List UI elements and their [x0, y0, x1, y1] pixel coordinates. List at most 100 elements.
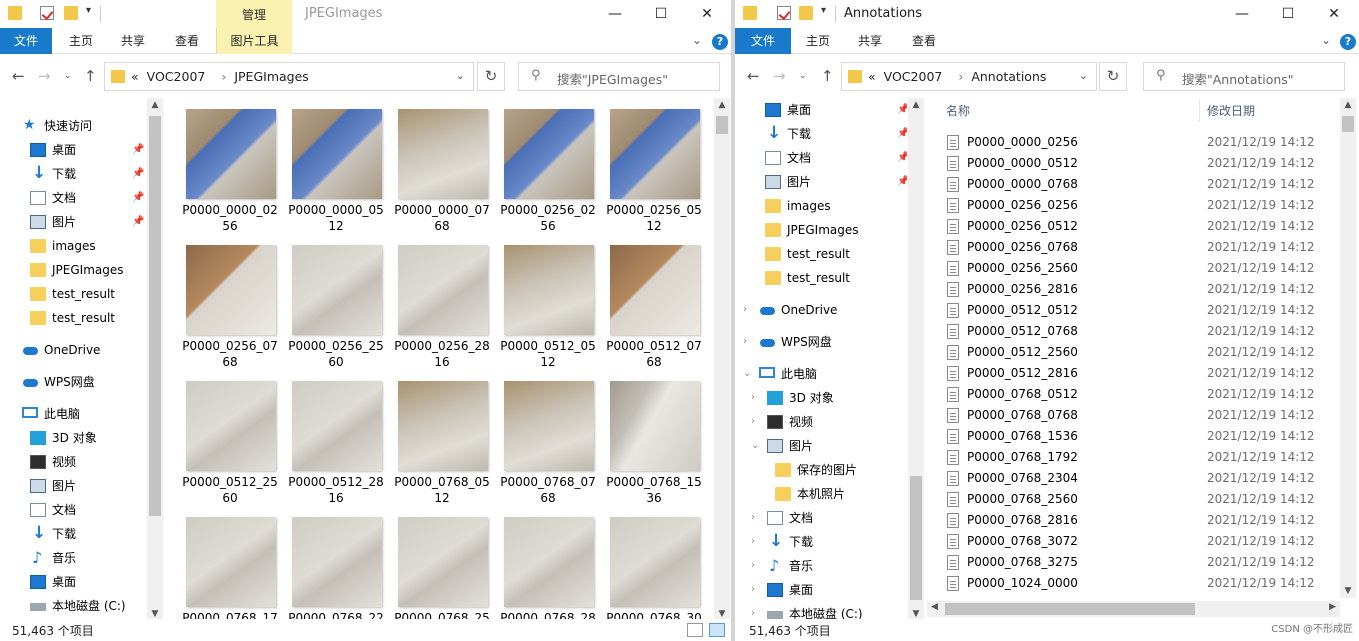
chevron-right-icon[interactable]: ›	[743, 331, 747, 353]
column-header-name[interactable]: 名称	[946, 98, 970, 124]
breadcrumb-jpegimages[interactable]: JPEGImages	[234, 69, 308, 84]
breadcrumb-voc2007[interactable]: VOC2007	[884, 69, 943, 84]
column-separator[interactable]	[1199, 100, 1200, 122]
details-view-icon[interactable]	[687, 623, 703, 637]
scroll-thumb[interactable]	[716, 116, 728, 134]
file-row[interactable]: P0000_0768_2816 2021/12/19 14:12	[947, 510, 1337, 531]
expand-ribbon-icon[interactable]: ⌄	[1321, 33, 1331, 47]
context-tab-manage[interactable]: 管理	[216, 0, 292, 28]
pin-icon[interactable]: 📌	[132, 163, 144, 185]
thumbnail-item[interactable]: P0000_0256_0768	[180, 234, 280, 369]
file-row[interactable]: P0000_0000_0512 2021/12/19 14:12	[947, 153, 1337, 174]
customize-quick-access-icon[interactable]: ▾	[821, 5, 831, 19]
content-scrollbar[interactable]: ▲ ▼	[1340, 98, 1356, 598]
scroll-left-icon[interactable]: ◀	[931, 602, 938, 612]
thumbnail-item[interactable]: P0000_0768_0768	[498, 370, 598, 505]
chevron-right-icon[interactable]: ›	[743, 299, 747, 321]
forward-arrow-icon[interactable]: →	[38, 67, 51, 85]
file-row[interactable]: P0000_0256_2560 2021/12/19 14:12	[947, 258, 1337, 279]
thumbnail-item[interactable]: P0000_0000_0256	[180, 98, 280, 233]
back-arrow-icon[interactable]: ←	[747, 67, 760, 85]
tab-picture-tools[interactable]: 图片工具	[216, 28, 292, 54]
pin-icon[interactable]: 📌	[132, 211, 144, 233]
thumbnail-item[interactable]: P0000_0256_2560	[286, 234, 386, 369]
chevron-down-icon[interactable]: ⌄	[743, 363, 751, 385]
file-row[interactable]: P0000_0768_0512 2021/12/19 14:12	[947, 384, 1337, 405]
breadcrumb-overflow[interactable]: «	[868, 69, 876, 84]
scroll-up-icon[interactable]: ▲	[147, 100, 163, 110]
scroll-thumb[interactable]	[945, 603, 1195, 615]
minimize-button[interactable]: —	[1219, 0, 1265, 28]
maximize-button[interactable]: ☐	[1265, 0, 1311, 28]
thumbnail-item[interactable]: P0000_0768_1536	[604, 370, 704, 505]
scroll-up-icon[interactable]: ▲	[714, 100, 730, 110]
tab-view[interactable]: 查看	[162, 28, 212, 54]
thumbnail-item[interactable]: P0000_0768_0512	[392, 370, 492, 505]
file-row[interactable]: P0000_1024_0000 2021/12/19 14:12	[947, 573, 1337, 594]
chevron-down-icon[interactable]: ⌄	[456, 69, 465, 82]
minimize-button[interactable]: —	[592, 0, 638, 28]
pin-icon[interactable]: 📌	[132, 139, 144, 161]
tab-file[interactable]: 文件	[735, 28, 791, 54]
file-row[interactable]: P0000_0768_2560 2021/12/19 14:12	[947, 489, 1337, 510]
file-row[interactable]: P0000_0768_3072 2021/12/19 14:12	[947, 531, 1337, 552]
chevron-down-icon[interactable]: ⌄	[751, 435, 759, 457]
scroll-up-icon[interactable]: ▲	[1340, 100, 1356, 110]
forward-arrow-icon[interactable]: →	[773, 67, 786, 85]
file-row[interactable]: P0000_0256_0512 2021/12/19 14:12	[947, 216, 1337, 237]
breadcrumb-annotations[interactable]: Annotations	[971, 69, 1046, 84]
file-row[interactable]: P0000_0256_0256 2021/12/19 14:12	[947, 195, 1337, 216]
nav-scrollbar[interactable]: ▲ ▼	[908, 98, 924, 621]
help-icon[interactable]: ?	[1340, 34, 1356, 50]
scroll-down-icon[interactable]: ▼	[147, 609, 163, 619]
chevron-right-icon[interactable]: ›	[751, 531, 755, 553]
new-folder-icon[interactable]	[799, 6, 813, 20]
thumbnail-item[interactable]: P0000_0768_30	[604, 506, 704, 619]
thumbnail-item[interactable]: P0000_0000_0512	[286, 98, 386, 233]
file-row[interactable]: P0000_0768_1792 2021/12/19 14:12	[947, 447, 1337, 468]
file-row[interactable]: P0000_0512_0768 2021/12/19 14:12	[947, 321, 1337, 342]
file-row[interactable]: P0000_0768_0768 2021/12/19 14:12	[947, 405, 1337, 426]
chevron-down-icon[interactable]: ⌄	[1079, 69, 1088, 82]
thumbnail-item[interactable]: P0000_0768_22	[286, 506, 386, 619]
file-row[interactable]: P0000_0768_1536 2021/12/19 14:12	[947, 426, 1337, 447]
breadcrumb-overflow[interactable]: «	[131, 69, 139, 84]
thumbnail-item[interactable]: P0000_0512_0768	[604, 234, 704, 369]
tab-view[interactable]: 查看	[899, 28, 949, 54]
thumbnail-item[interactable]: P0000_0256_2816	[392, 234, 492, 369]
close-button[interactable]: ✕	[684, 0, 730, 28]
close-button[interactable]: ✕	[1311, 0, 1357, 28]
file-row[interactable]: P0000_0256_2816 2021/12/19 14:12	[947, 279, 1337, 300]
back-arrow-icon[interactable]: ←	[12, 67, 25, 85]
file-row[interactable]: P0000_0000_0256 2021/12/19 14:12	[947, 132, 1337, 153]
up-arrow-icon[interactable]: ↑	[84, 67, 97, 85]
pin-icon[interactable]: 📌	[897, 99, 907, 121]
file-row[interactable]: P0000_0000_0768 2021/12/19 14:12	[947, 174, 1337, 195]
column-header-date[interactable]: 修改日期	[1207, 98, 1255, 124]
scroll-thumb[interactable]	[1342, 116, 1354, 132]
thumbnail-item[interactable]: P0000_0512_2560	[180, 370, 280, 505]
recent-locations-icon[interactable]: ⌄	[799, 71, 807, 81]
pin-icon[interactable]: 📌	[897, 171, 907, 193]
scroll-thumb[interactable]	[149, 116, 161, 516]
refresh-button[interactable]: ↻	[477, 62, 505, 91]
recent-locations-icon[interactable]: ⌄	[64, 71, 72, 81]
large-icons-view-icon[interactable]	[709, 623, 725, 637]
pin-icon[interactable]: 📌	[132, 187, 144, 209]
maximize-button[interactable]: ☐	[638, 0, 684, 28]
tab-share[interactable]: 共享	[845, 28, 895, 54]
scroll-thumb[interactable]	[910, 476, 922, 600]
thumbnail-item[interactable]: P0000_0256_0256	[498, 98, 598, 233]
tab-home[interactable]: 主页	[793, 28, 843, 54]
thumbnail-item[interactable]: P0000_0768_17	[180, 506, 280, 619]
new-folder-icon[interactable]	[64, 6, 78, 20]
scroll-down-icon[interactable]: ▼	[714, 609, 730, 619]
pin-icon[interactable]: 📌	[897, 147, 907, 169]
scroll-down-icon[interactable]: ▼	[1340, 586, 1356, 596]
pin-icon[interactable]: 📌	[897, 123, 907, 145]
chevron-right-icon[interactable]: ›	[751, 507, 755, 529]
file-row[interactable]: P0000_0512_2816 2021/12/19 14:12	[947, 363, 1337, 384]
breadcrumb-voc2007[interactable]: VOC2007	[147, 69, 206, 84]
chevron-right-icon[interactable]: ›	[751, 579, 755, 601]
up-arrow-icon[interactable]: ↑	[821, 67, 834, 85]
